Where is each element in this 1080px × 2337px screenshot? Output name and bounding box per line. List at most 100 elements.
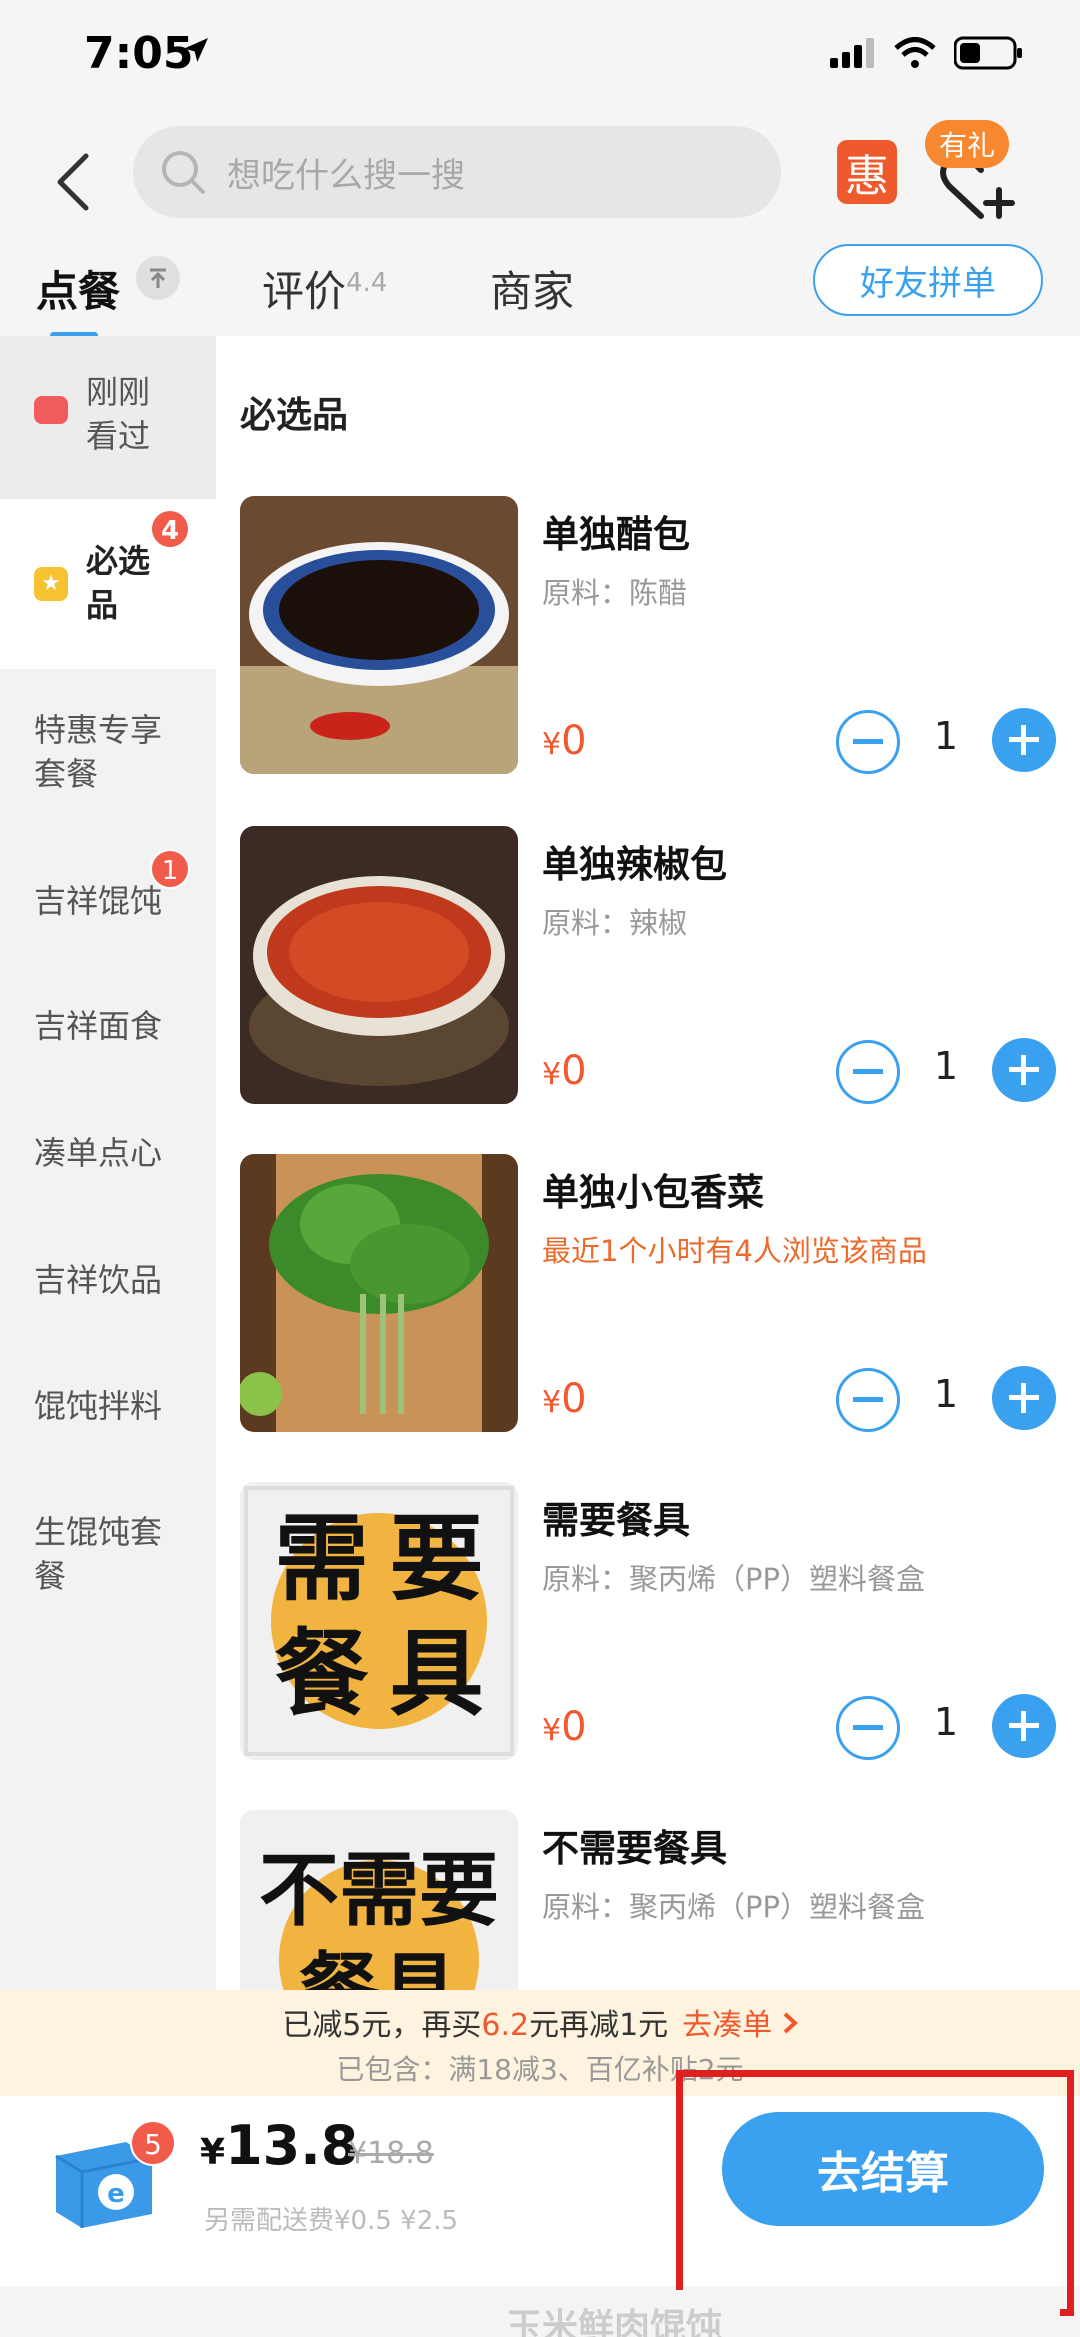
decrease-button[interactable] [836, 1040, 900, 1104]
product-name: 单独辣椒包 [542, 843, 727, 886]
tab-order[interactable]: 点餐 [36, 258, 120, 319]
product-image-cilantro [240, 1154, 518, 1432]
location-arrow-icon [184, 38, 208, 62]
product-image-chili [240, 826, 518, 1104]
sidebar-item-wonton[interactable]: 吉祥馄饨 1 [0, 849, 216, 923]
section-title: 必选品 [240, 395, 349, 436]
product-name: 单独小包香菜 [542, 1171, 764, 1214]
sidebar-item-required[interactable]: ★ 必选品 4 [0, 499, 216, 669]
product-desc: 原料：辣椒 [542, 906, 688, 940]
sidebar-badge: 4 [150, 509, 190, 549]
product-price: ¥0 [542, 718, 587, 764]
chevron-left-icon [57, 153, 89, 211]
utensils-char: 需 [274, 1504, 369, 1614]
product-name: 需要餐具 [542, 1499, 690, 1542]
minus-icon [853, 1397, 883, 1402]
sidebar-item-special[interactable]: 特惠专享套餐 [0, 708, 216, 796]
friend-group-order-button[interactable]: 好友拼单 [813, 244, 1043, 316]
product-image-vinegar [240, 496, 518, 774]
sidebar-badge: 1 [150, 849, 190, 889]
product-desc: 原料：陈醋 [542, 576, 688, 610]
search-icon [162, 151, 205, 194]
gift-badge: 有礼 [925, 120, 1010, 168]
sidebar-item-label: 刚刚看过 [86, 373, 151, 455]
decrease-button[interactable] [836, 1696, 900, 1760]
sidebar-item-label: 吉祥饮品 [34, 1261, 163, 1299]
promo-message: 已减5元，再买6.2元再减1元 去凑单 [0, 1990, 1080, 2044]
sidebar-item-raw-wonton[interactable]: 生馄饨套餐 [0, 1510, 216, 1598]
product-desc: 最近1个小时有4人浏览该商品 [542, 1234, 927, 1268]
plus-icon [1009, 725, 1039, 755]
sidebar-item-toppings[interactable]: 馄饨拌料 [0, 1384, 216, 1428]
quantity-value: 1 [933, 714, 959, 758]
tab-merchant[interactable]: 商家 [490, 258, 574, 319]
product-price: ¥0 [542, 1048, 587, 1094]
status-icons [830, 36, 1024, 70]
back-button[interactable] [48, 142, 98, 222]
list-item[interactable]: 单独醋包 原料：陈醋 ¥0 1 [240, 496, 1070, 776]
chevron-right-icon [783, 2012, 798, 2034]
search-input[interactable]: 想吃什么搜一搜 [133, 126, 781, 218]
quantity-value: 1 [933, 1372, 959, 1416]
promo-amount: 6.2 [481, 2008, 530, 2043]
sidebar-item-label: 馄饨拌料 [34, 1387, 163, 1425]
plus-icon [1009, 1055, 1039, 1085]
sidebar-item-drinks[interactable]: 吉祥饮品 [0, 1258, 216, 1302]
utensils-char: 要 [389, 1504, 484, 1614]
decrease-button[interactable] [836, 1368, 900, 1432]
delivery-fee: 另需配送费¥0.5 ¥2.5 [204, 2206, 459, 2236]
product-price: ¥0 [542, 1376, 587, 1422]
sidebar-item-recent[interactable]: 刚刚看过 [0, 336, 216, 499]
cart-count-badge: 5 [130, 2120, 176, 2166]
status-bar: 7:05 [0, 0, 1080, 120]
product-image-utensils: 需 要 餐 具 [240, 1482, 518, 1760]
battery-icon [954, 36, 1022, 70]
sidebar-item-label: 吉祥面食 [34, 1007, 163, 1045]
plus-icon [1009, 1711, 1039, 1741]
minus-icon [853, 1069, 883, 1074]
sidebar-item-label: 凑单点心 [34, 1134, 163, 1172]
product-desc: 原料：聚丙烯（PP）塑料餐盒 [542, 1562, 925, 1596]
quantity-value: 1 [933, 1044, 959, 1088]
increase-button[interactable] [992, 1694, 1056, 1758]
utensils-char: 餐 [274, 1619, 369, 1729]
add-more-link[interactable]: 去凑单 [682, 2008, 798, 2043]
cart-original-price: ¥18.8 [348, 2136, 434, 2171]
discount-icon[interactable]: 惠 [837, 140, 897, 204]
sidebar-item-label: 生馄饨套餐 [34, 1513, 163, 1595]
status-time: 7:05 [84, 28, 194, 79]
eye-icon [34, 396, 68, 424]
increase-button[interactable] [992, 1038, 1056, 1102]
minus-icon [853, 739, 883, 744]
sidebar-item-snacks[interactable]: 凑单点心 [0, 1131, 216, 1175]
sidebar-item-label: 特惠专享套餐 [34, 711, 163, 793]
minus-icon [853, 1725, 883, 1730]
signal-icon [830, 38, 874, 68]
product-name: 单独醋包 [542, 513, 690, 556]
increase-button[interactable] [992, 1366, 1056, 1430]
highlight-box [676, 2070, 1074, 2316]
product-name: 不需要餐具 [542, 1827, 727, 1870]
sidebar-item-label: 必选品 [86, 542, 151, 624]
search-placeholder: 想吃什么搜一搜 [227, 155, 465, 196]
increase-button[interactable] [992, 708, 1056, 772]
sidebar-item-noodles[interactable]: 吉祥面食 [0, 1004, 216, 1048]
pin-top-icon[interactable] [136, 256, 180, 300]
sidebar-item-label: 吉祥馄饨 [34, 882, 163, 920]
product-desc: 原料：聚丙烯（PP）塑料餐盒 [542, 1890, 925, 1924]
category-sidebar: 刚刚看过 ★ 必选品 4 特惠专享套餐 吉祥馄饨 1 吉祥面食 凑单点心 吉祥饮… [0, 336, 216, 2096]
product-list: 必选品 单独醋包 原料：陈醋 ¥0 1 单独辣椒包 原料：辣椒 ¥0 1 单独小… [216, 336, 1080, 2096]
gift-button[interactable]: 有礼 [925, 120, 1037, 230]
utensils-char: 具 [389, 1619, 484, 1729]
list-item[interactable]: 单独辣椒包 原料：辣椒 ¥0 1 [240, 826, 1070, 1106]
product-price: ¥0 [542, 1704, 587, 1750]
next-product-name: 玉米鲜肉馄饨 [506, 2307, 723, 2337]
star-icon: ★ [34, 567, 68, 601]
decrease-button[interactable] [836, 710, 900, 774]
header: 想吃什么搜一搜 惠 有礼 点餐 评价4.4 商家 好友拼单 [0, 120, 1080, 342]
tab-reviews[interactable]: 评价4.4 [262, 258, 387, 319]
list-item[interactable]: 需 要 餐 具 需要餐具 原料：聚丙烯（PP）塑料餐盒 ¥0 1 [240, 1482, 1070, 1762]
cart-total: ¥13.8 [200, 2114, 359, 2177]
quantity-value: 1 [933, 1700, 959, 1744]
list-item[interactable]: 单独小包香菜 最近1个小时有4人浏览该商品 ¥0 1 [240, 1154, 1070, 1434]
